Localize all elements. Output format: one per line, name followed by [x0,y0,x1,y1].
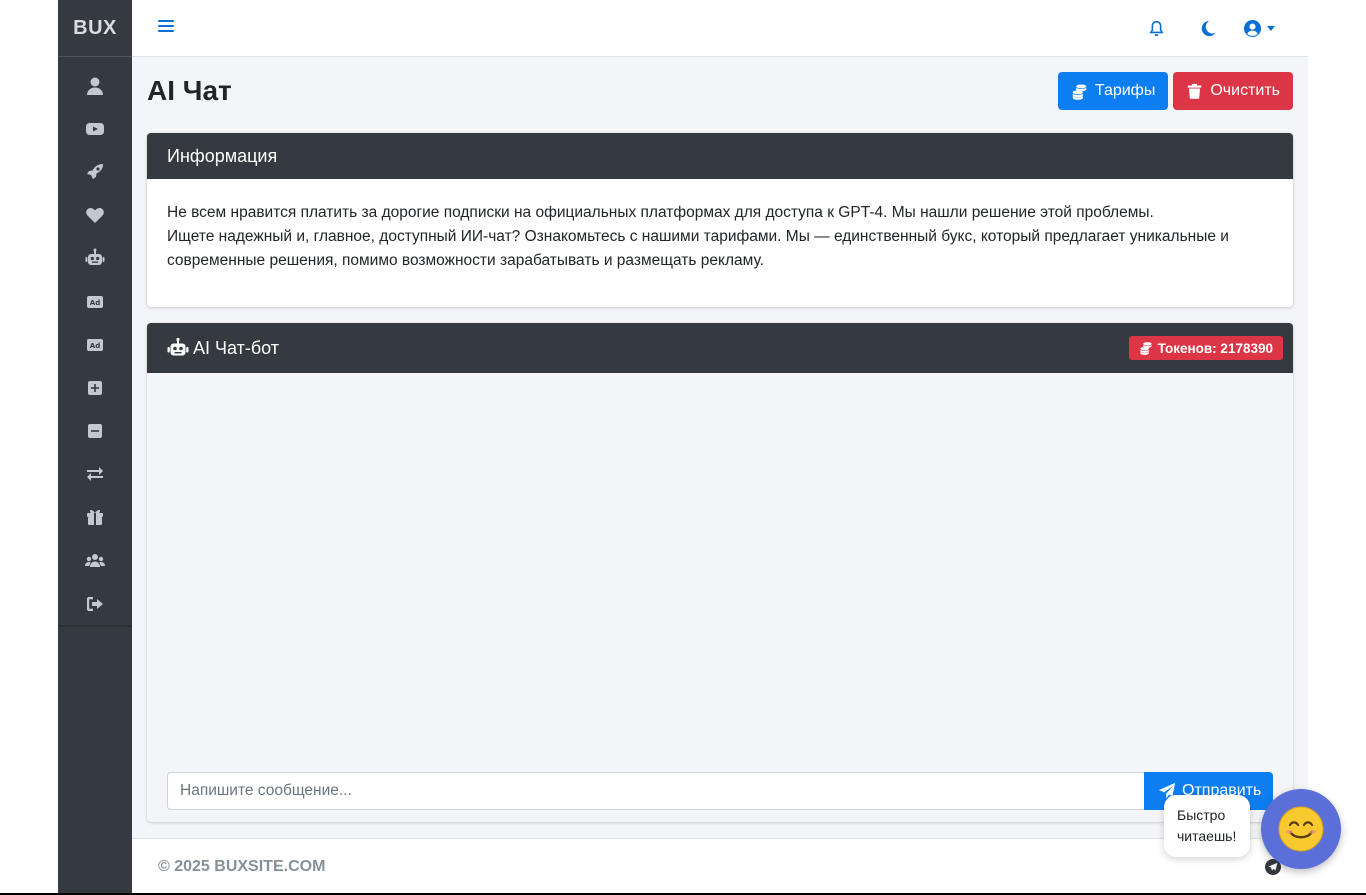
info-text-line-1: Не всем нравится платить за дорогие подп… [167,204,1154,221]
exchange-icon [87,467,103,482]
sidebar-item-deposit[interactable] [58,366,132,409]
header-actions: Тарифы Очистить [1057,72,1293,110]
notifications-button[interactable] [1131,0,1182,57]
widget-speech-bubble: Быстро читаешь! [1164,795,1250,857]
sidebar-item-logout[interactable] [58,582,132,625]
sidebar-item-profile[interactable] [58,64,132,107]
chat-title-label: AI Чат-бот [193,337,280,358]
sidebar-item-referrals[interactable] [58,539,132,582]
top-navbar [132,0,1308,57]
chat-widget-button[interactable] [1261,789,1341,869]
user-circle-icon [1243,19,1261,38]
trash-icon [1188,83,1202,99]
sidebar-item-ads-2[interactable]: Ad [58,323,132,366]
message-input[interactable] [167,772,1144,810]
ad-icon: Ad [87,295,103,308]
chat-input-group: Отправить [167,772,1273,810]
clear-button[interactable]: Очистить [1173,72,1293,110]
hamburger-icon [158,19,174,32]
svg-text:Ad: Ad [90,299,100,307]
moon-icon [1201,20,1216,37]
coins-icon [1139,342,1152,355]
chat-title: AI Чат-бот [167,337,279,359]
sign-out-icon [87,596,103,611]
chat-messages-area[interactable] [147,373,1293,772]
sidebar-item-ads-1[interactable]: Ad [58,280,132,323]
tokens-label: Токенов: 2178390 [1157,340,1273,356]
user-menu-button[interactable] [1233,0,1284,57]
sidebar-nav: Ad Ad [58,57,132,625]
svg-text:Ad: Ad [90,342,100,350]
youtube-icon [86,122,104,135]
sidebar-item-favorites[interactable] [58,194,132,237]
chat-card-header: AI Чат-бот Токенов: 2178390 [147,323,1293,373]
ad-icon: Ad [87,338,103,351]
sidebar-item-rocket[interactable] [58,150,132,193]
chevron-down-icon [1266,26,1275,31]
navbar-right [1131,0,1284,57]
theme-toggle-button[interactable] [1182,0,1233,57]
sidebar-item-youtube[interactable] [58,107,132,150]
sidebar-item-ai-chat[interactable] [58,237,132,280]
sidebar: BUX Ad Ad [58,0,132,895]
gift-icon [87,510,103,526]
rocket-icon [87,163,103,179]
robot-icon [85,248,105,266]
sidebar-item-withdraw[interactable] [58,410,132,453]
sidebar-item-exchange[interactable] [58,453,132,496]
menu-toggle-button[interactable] [157,17,175,40]
plus-square-icon [88,380,102,395]
info-card-header: Информация [147,133,1293,179]
info-text-line-2: Ищете надежный и, главное, доступный ИИ-… [167,228,1229,269]
bell-icon [1149,20,1164,37]
footer: © 2025 BUXSITE.COM [132,838,1308,895]
users-icon [85,553,105,567]
tariffs-label: Тарифы [1094,82,1156,99]
tokens-badge: Токенов: 2178390 [1128,336,1283,360]
footer-copyright: © 2025 BUXSITE.COM [158,858,326,875]
coins-icon [1072,83,1087,100]
robot-icon [167,337,189,356]
telegram-icon [1268,862,1278,871]
user-icon [87,77,103,95]
minus-square-icon [88,424,102,439]
heart-icon [86,208,104,224]
page-header: AI Чат Тарифы Очистить [147,72,1293,112]
info-card-body: Не всем нравится платить за дорогие подп… [147,179,1293,295]
clear-label: Очистить [1210,82,1280,99]
info-card-title: Информация [167,145,278,166]
main-content: AI Чат Тарифы Очистить Информация Не все… [132,0,1308,895]
smiling-face-icon [1278,806,1324,852]
tariffs-button[interactable]: Тарифы [1057,72,1169,110]
info-card: Информация Не всем нравится платить за д… [147,133,1293,307]
sidebar-item-bonus[interactable] [58,496,132,539]
brand-logo[interactable]: BUX [58,0,132,57]
chat-card: AI Чат-бот Токенов: 2178390 Отправить [147,323,1293,822]
sidebar-divider [58,625,132,627]
